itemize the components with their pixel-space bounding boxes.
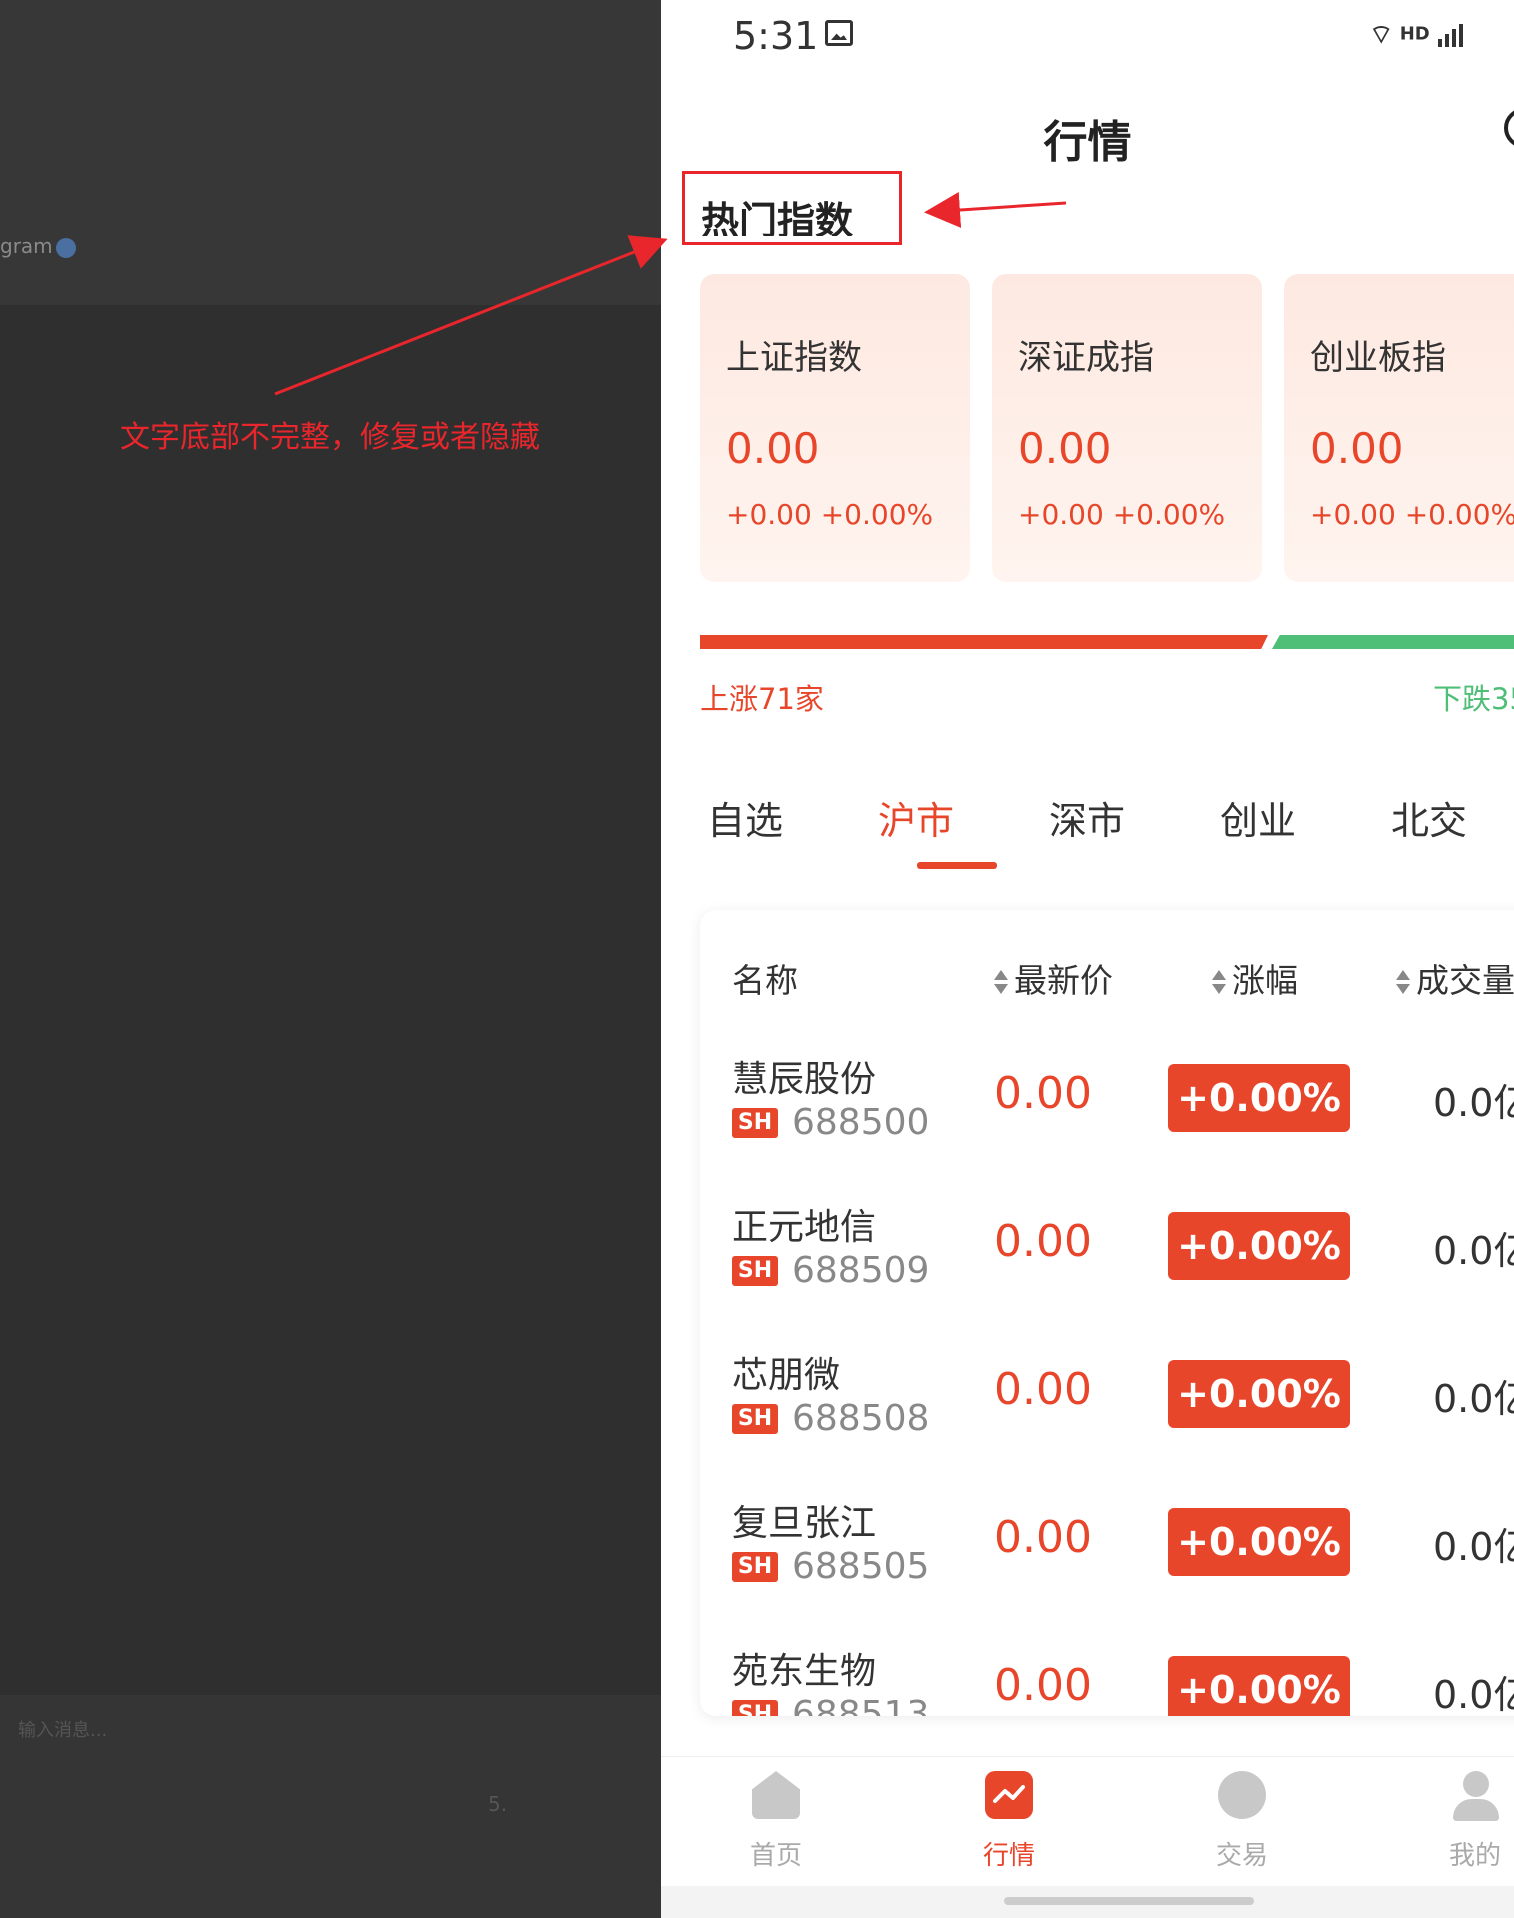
status-bar: 5:31 ⌔ HD <box>661 0 1514 70</box>
nav-item-mine[interactable]: 我的 <box>1415 1771 1514 1872</box>
stock-name: 正元地信 <box>732 1207 877 1248</box>
index-name: 上证指数 <box>726 338 862 378</box>
signal-icon <box>1438 23 1464 47</box>
index-change: +0.00 +0.00% <box>1310 498 1514 531</box>
fall-ratio-bar <box>1272 635 1514 649</box>
index-change: +0.00 +0.00% <box>1018 498 1226 531</box>
stock-name: 苑东生物 <box>732 1651 877 1692</box>
table-row[interactable]: 复旦张江 SH 688505 0.00 +0.00% 0.0亿 <box>700 1494 1514 1642</box>
index-change: +0.00 +0.00% <box>726 498 934 531</box>
trade-icon <box>1218 1771 1266 1819</box>
index-card-chinext[interactable]: 创业板指 0.00 +0.00 +0.00% <box>1284 274 1514 582</box>
fall-count-label: 下跌35 <box>1433 682 1514 716</box>
tab-shanghai[interactable]: 沪市 <box>856 790 976 845</box>
column-header-volume-label: 成交量 <box>1416 961 1514 1000</box>
market-tag: SH <box>732 1552 778 1582</box>
column-header-change[interactable]: 涨幅 <box>1212 954 1298 1002</box>
table-row[interactable]: 正元地信 SH 688509 0.00 +0.00% 0.0亿 <box>700 1198 1514 1346</box>
rise-ratio-bar <box>700 635 1268 649</box>
stock-price: 0.00 <box>994 1660 1092 1711</box>
status-time: 5:31 <box>733 14 819 58</box>
change-badge: +0.00% <box>1168 1212 1350 1280</box>
wifi-icon: ⌔ <box>1369 20 1394 50</box>
background-header <box>0 0 661 305</box>
home-indicator[interactable] <box>1004 1897 1254 1905</box>
annotation-highlight-box <box>682 171 902 245</box>
page-title: 行情 <box>1043 117 1132 168</box>
index-name: 创业板指 <box>1310 338 1446 378</box>
stock-price: 0.00 <box>994 1512 1092 1563</box>
stock-name: 复旦张江 <box>732 1503 877 1544</box>
column-header-price[interactable]: 最新价 <box>994 954 1113 1002</box>
background-page-number: 5. <box>488 1792 508 1816</box>
sort-icon <box>1396 968 1410 998</box>
background-contact-name: gram <box>0 234 53 258</box>
nav-label: 首页 <box>749 1841 802 1871</box>
nav-item-trade[interactable]: 交易 <box>1182 1771 1302 1872</box>
nav-label: 行情 <box>982 1841 1035 1871</box>
nav-label: 交易 <box>1215 1841 1268 1871</box>
market-tag: SH <box>732 1108 778 1138</box>
market-tag: SH <box>732 1404 778 1434</box>
nav-label: 我的 <box>1448 1841 1501 1871</box>
stock-code: 688505 <box>792 1546 930 1587</box>
column-header-name: 名称 <box>732 961 798 1000</box>
market-icon <box>985 1771 1033 1819</box>
index-card-shanghai[interactable]: 上证指数 0.00 +0.00 +0.00% <box>700 274 970 582</box>
index-price: 0.00 <box>1018 424 1112 473</box>
stock-volume: 0.0亿 <box>1433 1081 1514 1125</box>
status-icons: ⌔ HD <box>1369 18 1466 51</box>
stock-price: 0.00 <box>994 1068 1092 1119</box>
tab-beijing[interactable]: 北交 <box>1369 790 1489 845</box>
column-header-change-label: 涨幅 <box>1232 961 1298 1000</box>
profile-icon <box>1451 1771 1499 1821</box>
stock-code: 688508 <box>792 1398 930 1439</box>
bottom-nav: 首页 行情 交易 我的 <box>661 1756 1514 1887</box>
tab-shenzhen[interactable]: 深市 <box>1027 790 1147 845</box>
rise-count-label: 上涨71家 <box>700 682 824 716</box>
index-card-shenzhen[interactable]: 深证成指 0.00 +0.00 +0.00% <box>992 274 1262 582</box>
change-badge: +0.00% <box>1168 1508 1350 1576</box>
sort-icon <box>994 968 1008 998</box>
network-type: HD <box>1399 23 1430 45</box>
background-message-input: 输入消息... <box>18 1720 108 1741</box>
change-badge: +0.00% <box>1168 1360 1350 1428</box>
stock-code: 688500 <box>792 1102 930 1143</box>
stock-price: 0.00 <box>994 1216 1092 1267</box>
sort-icon <box>1212 968 1226 998</box>
stock-name: 慧辰股份 <box>732 1059 877 1100</box>
change-badge: +0.00% <box>1168 1064 1350 1132</box>
table-row[interactable]: 慧辰股份 SH 688500 0.00 +0.00% 0.0亿 <box>700 1050 1514 1198</box>
change-badge: +0.00% <box>1168 1656 1350 1716</box>
stock-volume: 0.0亿 <box>1433 1377 1514 1421</box>
nav-item-home[interactable]: 首页 <box>716 1771 836 1872</box>
stock-volume: 0.0亿 <box>1433 1525 1514 1569</box>
market-tag: SH <box>732 1700 778 1716</box>
stock-volume: 0.0亿 <box>1433 1229 1514 1273</box>
stock-code: 688509 <box>792 1250 930 1291</box>
market-tag: SH <box>732 1256 778 1286</box>
image-notification-icon <box>825 20 853 46</box>
index-price: 0.00 <box>726 424 820 473</box>
stock-price: 0.00 <box>994 1364 1092 1415</box>
active-tab-indicator <box>917 862 997 869</box>
market-tabs: 自选 沪市 深市 创业 北交 <box>661 790 1514 870</box>
column-header-price-label: 最新价 <box>1014 961 1113 1000</box>
column-header-volume[interactable]: 成交量 <box>1396 954 1514 1002</box>
nav-item-market[interactable]: 行情 <box>949 1771 1069 1872</box>
stock-list: 名称 最新价 涨幅 成交量 慧辰股份 SH 688500 0.00 +0.00%… <box>700 910 1514 1716</box>
verified-icon <box>56 238 76 258</box>
annotation-text: 文字底部不完整，修复或者隐藏 <box>120 420 540 455</box>
index-name: 深证成指 <box>1018 338 1154 378</box>
tab-chinext[interactable]: 创业 <box>1198 790 1318 845</box>
table-row[interactable]: 苑东生物 SH 688513 0.00 +0.00% 0.0亿 <box>700 1642 1514 1716</box>
home-icon <box>752 1771 800 1819</box>
table-row[interactable]: 芯朋微 SH 688508 0.00 +0.00% 0.0亿 <box>700 1346 1514 1494</box>
tab-watchlist[interactable]: 自选 <box>685 790 805 845</box>
stock-code: 688513 <box>792 1694 930 1716</box>
stock-volume: 0.0亿 <box>1433 1673 1514 1716</box>
stock-name: 芯朋微 <box>732 1355 841 1396</box>
phone-screen: 5:31 ⌔ HD 行情 热门指数 上证指数 0.00 +0.00 +0.00%… <box>661 0 1514 1918</box>
index-price: 0.00 <box>1310 424 1404 473</box>
